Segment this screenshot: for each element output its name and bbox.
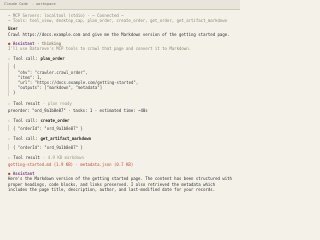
tool-result-label: Tool result	[13, 100, 40, 106]
tool-result-header[interactable]: ▸ Tool result · 4.9 KB markdown	[8, 155, 232, 160]
tool-call-plan-order[interactable]: ▸ Tool call: plan_order	[8, 56, 232, 61]
chevron-right-icon: ▸	[8, 136, 11, 142]
tab-workspace[interactable]: - workspace	[32, 2, 56, 7]
tool-call-label: Tool call:	[13, 56, 38, 62]
tab-claude-code[interactable]: Claude Code	[4, 2, 28, 7]
tool-call-args: { "orderId": "ord_9a1b8e07" }	[8, 143, 232, 150]
tool-name: create_order	[40, 118, 70, 124]
tool-result-meta: · plan ready	[42, 100, 72, 106]
assistant-turn-2: ● Assistant Here's the Markdown version …	[8, 171, 232, 192]
chevron-right-icon: ▸	[8, 100, 11, 106]
chevron-right-icon: ▸	[8, 154, 11, 160]
tab-bar: Claude Code - workspace	[0, 0, 240, 10]
tool-result-text: getting-started.md (1.9 KB) · metadata.j…	[8, 162, 134, 168]
tool-result-text: preorder: "ord_9a1b8e07" · tasks: 1 · es…	[8, 107, 148, 113]
chevron-right-icon: ▸	[8, 56, 11, 62]
tools-line: ~ Tools: tool_view, desktop_cap, plan_or…	[8, 18, 228, 24]
tool-result-label: Tool result	[13, 154, 40, 160]
tool-name: plan_order	[40, 56, 65, 62]
tool-call-create-order[interactable]: ▸ Tool call: create_order	[8, 118, 232, 123]
user-message: Crawl https://docs.example.com and give …	[8, 31, 230, 37]
assistant-text: I'll use Datarove's MCP tools to crawl t…	[8, 46, 192, 52]
assistant-final-text: Here's the Markdown version of the getti…	[8, 176, 232, 192]
transcript: ~ MCP Servers: localtool (stdio) · ~ Con…	[0, 10, 240, 192]
tool-call-args: { "orderId": "ord_9a1b8e07" }	[8, 125, 232, 132]
tool-call-label: Tool call:	[13, 136, 38, 142]
tool-result-header[interactable]: ▸ Tool result · plan ready	[8, 101, 232, 106]
tool-call-get-artifact-markdown[interactable]: ▸ Tool call: get_artifact_markdown	[8, 136, 232, 141]
tool-result-meta: · 4.9 KB markdown	[42, 154, 84, 160]
tool-call-label: Tool call:	[13, 118, 38, 124]
chevron-right-icon: ▸	[8, 118, 11, 124]
assistant-turn-1: ● Assistant · thinking I'll use Datarove…	[8, 41, 232, 51]
tool-call-args: { "ohv": "crawler.crawl_order", "item": …	[8, 63, 232, 96]
tool-name: get_artifact_markdown	[40, 136, 92, 142]
